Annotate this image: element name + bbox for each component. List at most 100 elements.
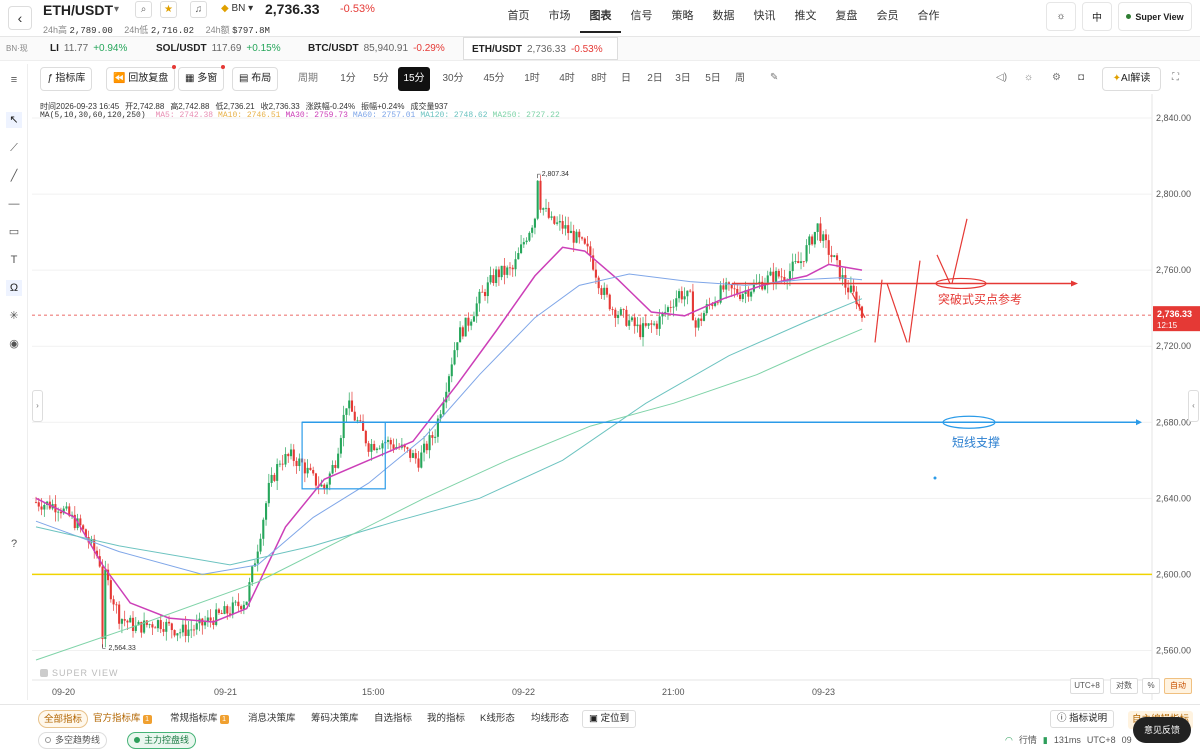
indicator-library-button[interactable]: ƒ 指标库 <box>40 67 93 91</box>
period-option[interactable]: 30分 <box>436 67 470 91</box>
gear-icon[interactable]: ⚙ <box>1052 72 1061 83</box>
timezone-button[interactable]: UTC+8 <box>1070 678 1104 694</box>
period-option[interactable]: 4时 <box>554 67 580 91</box>
period-option[interactable]: 45分 <box>478 67 510 91</box>
fullscreen-icon[interactable]: ⛶ <box>1172 72 1179 83</box>
settings-icon[interactable]: ✳ <box>6 308 22 324</box>
layout-button[interactable]: ▤ 布局 <box>232 67 279 91</box>
binance-icon: ◆ <box>221 3 229 14</box>
exchange-selector[interactable]: ◆ BN ▾ <box>221 3 253 14</box>
back-button[interactable]: ‹ <box>8 6 32 30</box>
nav-item[interactable]: 市场 <box>539 0 580 33</box>
alert-button[interactable]: ♫ <box>190 1 207 18</box>
nav-item[interactable]: 数据 <box>703 0 744 33</box>
candle-body <box>617 314 620 318</box>
ticker-item-active[interactable]: ETH/USDT 2,736.33 -0.53% <box>463 37 618 60</box>
tab-official-library[interactable]: 官方指标库 1 <box>93 710 152 728</box>
projection-arrow <box>908 260 921 343</box>
tab-watchlist-indicators[interactable]: 自选指标 <box>374 710 412 728</box>
locate-button[interactable]: ▣ 定位到 <box>582 710 637 728</box>
candle-body <box>109 580 112 600</box>
period-option[interactable]: 15分 <box>398 67 430 91</box>
tab-candle-patterns[interactable]: K线形态 <box>480 710 515 728</box>
nav-item[interactable]: 图表 <box>580 0 621 33</box>
replay-button[interactable]: ⏪ 回放复盘 <box>106 65 177 91</box>
rectangle-icon[interactable]: ▭ <box>6 224 22 240</box>
candle-body <box>359 420 362 422</box>
period-option[interactable]: 5日 <box>702 67 724 91</box>
candle-body <box>547 207 550 218</box>
tab-ma-patterns[interactable]: 均线形态 <box>531 710 569 728</box>
period-option[interactable]: 周 <box>732 67 748 91</box>
menu-icon[interactable]: ≡ <box>6 72 22 88</box>
collapse-left-button[interactable]: › <box>32 390 43 422</box>
theme-toggle-button[interactable]: ☼ <box>1046 2 1076 31</box>
indicator-chip-main-control[interactable]: 主力控盘线 <box>127 732 197 749</box>
candle-body <box>345 408 348 415</box>
nav-item[interactable]: 合作 <box>908 0 949 33</box>
magnet-icon[interactable]: Ω <box>6 280 22 296</box>
indicator-chip-long-short[interactable]: 多空趋势线 <box>38 732 108 749</box>
candle-body <box>312 469 315 474</box>
ticker-exchange-label[interactable]: BN·现 <box>6 43 28 54</box>
tab-regular-library[interactable]: 常规指标库 1 <box>170 710 229 728</box>
period-option[interactable]: 日 <box>618 67 634 91</box>
indicator-explain-button[interactable]: ⓘ 指标说明 <box>1050 710 1115 728</box>
candle-body <box>716 302 719 304</box>
ai-analysis-button[interactable]: ✦AI解读 <box>1102 67 1161 91</box>
period-option[interactable]: 1分 <box>336 67 360 91</box>
chevron-down-icon[interactable]: ▾ <box>114 4 119 15</box>
tab-all-indicators[interactable]: 全部指标 <box>38 710 89 728</box>
ticker-item[interactable]: SOL/USDT 117.69 +0.15% <box>148 37 298 60</box>
favorite-button[interactable]: ★ <box>160 1 177 18</box>
draw-pen-icon[interactable]: ✎ <box>770 72 778 83</box>
super-view-button[interactable]: Super View <box>1118 2 1192 31</box>
candle-body <box>123 619 126 621</box>
camera-icon[interactable]: ◘ <box>1078 72 1084 83</box>
ticker-item[interactable]: LI 11.77 +0.94% <box>42 37 142 60</box>
nav-item[interactable]: 推文 <box>785 0 826 33</box>
ticker-item[interactable]: BTC/USDT 85,940.91 -0.29% <box>300 37 460 60</box>
period-option[interactable]: 1时 <box>520 67 544 91</box>
period-option[interactable]: 2日 <box>644 67 666 91</box>
help-icon[interactable]: ? <box>6 536 22 552</box>
candle-body <box>356 420 359 422</box>
trend-line-icon[interactable]: ⟋ <box>6 140 22 156</box>
candlestick-chart[interactable]: 2,560.00 2,600.00 2,640.00 2,680.00 2,720.00… <box>32 94 1200 700</box>
nav-item[interactable]: 会员 <box>867 0 908 33</box>
cursor-icon[interactable]: ↖ <box>6 112 22 128</box>
tab-my-indicators[interactable]: 我的指标 <box>427 710 465 728</box>
nav-item[interactable]: 复盘 <box>826 0 867 33</box>
sound-icon[interactable]: ◁) <box>996 72 1007 83</box>
multi-window-button[interactable]: ▦ 多窗 <box>178 65 226 91</box>
log-scale-button[interactable]: 对数 <box>1110 678 1138 694</box>
period-option[interactable]: 5分 <box>368 67 394 91</box>
collapse-right-button[interactable]: ‹ <box>1188 390 1199 422</box>
percent-scale-button[interactable]: % <box>1142 678 1160 694</box>
horizontal-line-icon[interactable]: — <box>6 196 22 212</box>
nav-item[interactable]: 快讯 <box>744 0 785 33</box>
auto-scale-button[interactable]: 自动 <box>1164 678 1192 694</box>
search-button[interactable]: ⌕ <box>135 1 152 18</box>
nav-item[interactable]: 策略 <box>662 0 703 33</box>
period-option[interactable]: 3日 <box>672 67 694 91</box>
nav-item[interactable]: 首页 <box>498 0 539 33</box>
line-icon[interactable]: ╱ <box>6 168 22 184</box>
period-option[interactable]: 8时 <box>586 67 612 91</box>
candle-body <box>813 231 816 245</box>
text-icon[interactable]: T <box>6 252 22 268</box>
tab-news-library[interactable]: 消息决策库 <box>248 710 296 728</box>
feedback-button[interactable]: 意见反馈 <box>1133 717 1191 743</box>
symbol-title[interactable]: ETH/USDT <box>43 2 113 18</box>
theme-icon[interactable]: ☼ <box>1024 72 1033 83</box>
candle-body <box>733 288 736 290</box>
language-button[interactable]: 中 <box>1082 2 1112 31</box>
nav-item[interactable]: 信号 <box>621 0 662 33</box>
ma-info[interactable]: MA(5,10,30,60,120,250) MA5: 2742.38 MA10:… <box>40 111 565 120</box>
eye-icon[interactable]: ◉ <box>6 336 22 352</box>
status-dot-icon <box>1126 14 1132 19</box>
y-tick-label: 2,840.00 <box>1156 113 1191 123</box>
tab-chip-library[interactable]: 筹码决策库 <box>311 710 359 728</box>
ma-value: MA120: 2748.62 <box>420 111 488 120</box>
sun-icon: ☼ <box>1056 11 1066 22</box>
